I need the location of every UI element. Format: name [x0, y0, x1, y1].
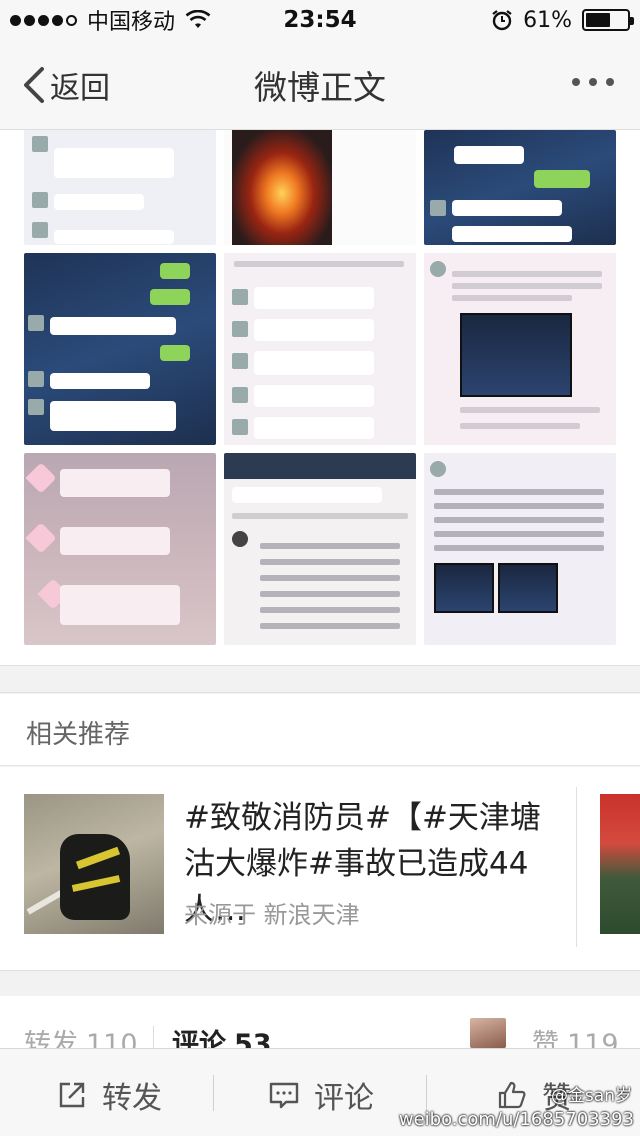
comment-button-label: 评论: [314, 1081, 374, 1116]
thumbs-up-icon: [498, 1081, 526, 1109]
post-stats-bar: 转发 110 评论 53 赞 119: [0, 996, 640, 1060]
chevron-left-icon: [24, 66, 44, 103]
post-image-7[interactable]: [24, 453, 216, 645]
section-divider: [0, 665, 640, 693]
wifi-icon: [185, 10, 211, 28]
recommendation-source: 来源于 新浪天津: [184, 901, 360, 929]
more-options-button[interactable]: [572, 78, 614, 86]
watermark-url: weibo.com/u/1685703393: [398, 1109, 634, 1130]
recommendation-card[interactable]: #致敬消防员#【#天津塘沽大爆炸#事故已造成44人… 来源于 新浪天津: [0, 767, 640, 971]
back-button[interactable]: 返回: [20, 63, 110, 107]
alarm-icon: [492, 10, 512, 31]
comment-icon: [269, 1082, 299, 1109]
post-image-8[interactable]: [224, 453, 416, 645]
post-image-2[interactable]: [224, 130, 416, 245]
post-image-6[interactable]: [424, 253, 616, 445]
section-gap: [0, 972, 640, 996]
repost-button-label: 转发: [102, 1081, 162, 1116]
post-image-1[interactable]: [24, 130, 216, 245]
bottom-toolbar: 转发 评论 赞 @金san岁 weibo.com/u/1685703393: [0, 1048, 640, 1136]
liker-avatar[interactable]: [470, 1018, 506, 1048]
recommendation-thumbnail: [24, 794, 164, 934]
carrier-name: 中国移动: [87, 10, 176, 35]
watermark-handle: @金san岁: [550, 1086, 632, 1106]
toolbar-separator: [213, 1075, 214, 1111]
post-image-5[interactable]: [224, 253, 416, 445]
related-section-header: 相关推荐: [0, 694, 640, 766]
toolbar-separator: [426, 1075, 427, 1111]
next-recommendation-thumbnail[interactable]: [600, 794, 640, 934]
battery-percent: 61%: [523, 7, 572, 33]
repost-button[interactable]: 转发: [56, 1073, 162, 1117]
back-label: 返回: [50, 70, 110, 106]
post-image-3[interactable]: [424, 130, 616, 245]
navigation-bar: 返回 微博正文: [0, 40, 640, 130]
status-bar: 中国移动 23:54 61%: [0, 0, 640, 40]
post-image-9[interactable]: [424, 453, 616, 645]
post-image-4[interactable]: [24, 253, 216, 445]
related-section-title: 相关推荐: [26, 720, 131, 750]
card-separator: [576, 787, 577, 947]
post-content: [0, 130, 640, 665]
comment-button[interactable]: 评论: [268, 1073, 374, 1117]
battery-icon: [582, 9, 634, 31]
signal-strength-icon: [10, 14, 77, 26]
share-icon: [59, 1082, 85, 1108]
image-grid: [24, 130, 616, 645]
